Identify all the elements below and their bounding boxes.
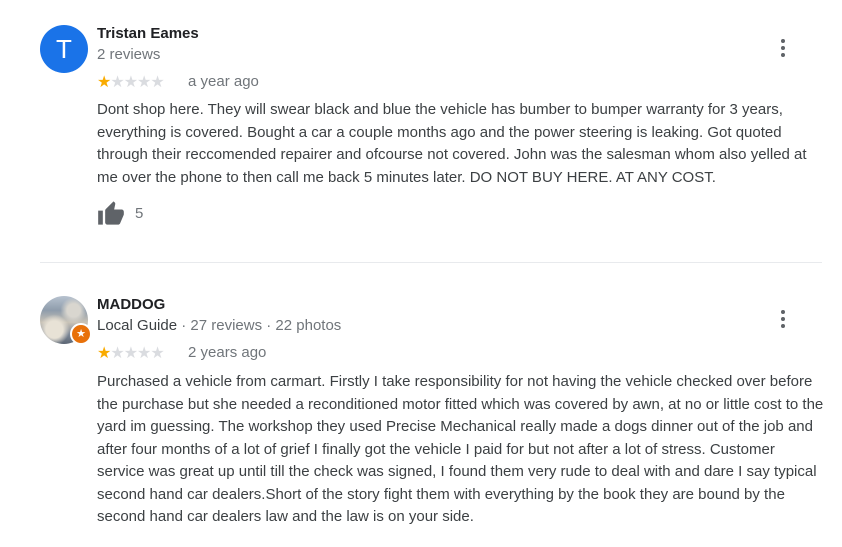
review-card: T Tristan Eames 2 reviews ★★★★★ a year a… — [0, 0, 842, 262]
avatar[interactable]: T — [40, 25, 88, 73]
review-card: ★ MADDOG Local Guide · 27 reviews · 22 p… — [0, 263, 842, 547]
reviewer-name[interactable]: MADDOG — [97, 296, 165, 313]
star-empty-icon: ★ — [110, 74, 124, 91]
local-guide-label: Local Guide — [97, 317, 178, 334]
reviewer-name[interactable]: Tristan Eames — [97, 25, 199, 42]
thumbs-up-icon — [98, 201, 124, 225]
star-empty-icon: ★ — [110, 345, 124, 362]
star-filled-icon: ★ — [97, 345, 111, 362]
review-text: Dont shop here. They will swear black an… — [97, 101, 807, 186]
reviewer-stats: · 27 reviews · 22 photos — [177, 317, 342, 334]
star-rating: ★★★★★ — [97, 72, 165, 92]
star-empty-icon: ★ — [123, 345, 138, 362]
review-text: Purchased a vehicle from carmart. Firstl… — [97, 373, 824, 525]
like-count: 5 — [135, 204, 144, 222]
reviewer-meta: Local Guide · 27 reviews · 22 photos — [97, 317, 341, 334]
more-options-icon[interactable] — [774, 308, 792, 330]
reviewer-meta: 2 reviews — [97, 46, 161, 63]
star-rating: ★★★★★ — [97, 343, 165, 363]
review-time: a year ago — [188, 73, 259, 90]
star-empty-icon: ★ — [137, 345, 151, 362]
star-icon: ★ — [76, 328, 86, 340]
star-empty-icon: ★ — [137, 74, 151, 91]
review-time: 2 years ago — [188, 344, 267, 361]
star-filled-icon: ★ — [97, 74, 111, 91]
star-empty-icon: ★ — [150, 74, 164, 91]
star-empty-icon: ★ — [150, 345, 164, 362]
star-empty-icon: ★ — [123, 74, 138, 91]
more-options-icon[interactable] — [774, 37, 792, 59]
like-button[interactable]: 5 — [97, 200, 143, 226]
local-guide-badge: ★ — [70, 323, 92, 345]
